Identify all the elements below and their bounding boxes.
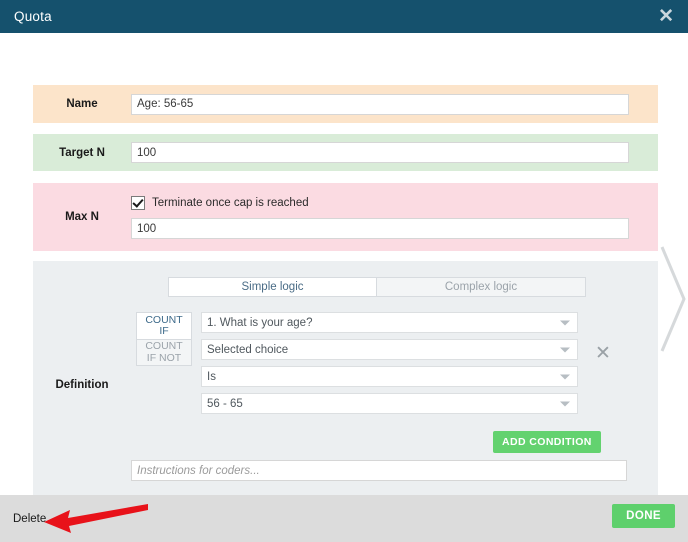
max-n-input[interactable] [131,218,629,239]
definition-label: Definition [33,261,131,508]
target-n-label: Target N [33,147,131,159]
select-question-value: 1. What is your age? [207,317,312,329]
max-n-control: Terminate once cap is reached [131,195,658,239]
instructions-input[interactable] [131,460,627,481]
chevron-down-icon [560,374,570,379]
target-n-control [131,142,658,163]
target-n-input[interactable] [131,142,629,163]
right-chevron-icon [654,245,688,353]
delete-button[interactable]: Delete [13,513,46,525]
select-choice-value-text: 56 - 65 [207,398,243,410]
select-answer-type[interactable]: Selected choice [201,339,578,360]
select-answer-type-value: Selected choice [207,344,288,356]
count-if-not-button[interactable]: COUNT IF NOT [137,339,191,365]
modal-header: Quota ✕ [0,0,688,33]
count-if-not-line2: IF NOT [147,353,181,365]
select-operator-value: Is [207,371,216,383]
max-n-label: Max N [33,211,131,223]
page-title: Quota [14,9,52,24]
name-control [131,94,658,115]
chevron-down-icon [560,401,570,406]
modal-body: Name Target N Max N Terminate once cap i… [0,33,688,495]
remove-condition-icon[interactable]: ✕ [595,344,611,363]
modal-footer: Delete DONE [0,495,688,542]
name-input[interactable] [131,94,629,115]
close-icon[interactable]: ✕ [658,7,674,26]
select-operator[interactable]: Is [201,366,578,387]
definition-panel: Definition Simple logic Complex logic CO… [33,261,658,508]
count-if-line2: IF [159,326,168,338]
count-toggle-group: COUNT IF COUNT IF NOT [136,312,192,366]
terminate-checkbox-row[interactable]: Terminate once cap is reached [131,195,629,210]
chevron-down-icon [560,320,570,325]
add-condition-button[interactable]: ADD CONDITION [493,431,601,453]
tab-simple-logic[interactable]: Simple logic [169,278,377,296]
chevron-down-icon [560,347,570,352]
count-if-not-line1: COUNT [145,341,182,353]
name-label: Name [33,98,131,110]
condition-select-stack: 1. What is your age? Selected choice Is … [201,312,578,414]
field-row-name: Name [33,85,658,123]
field-row-target-n: Target N [33,134,658,171]
terminate-checkbox[interactable] [131,196,145,210]
terminate-checkbox-label: Terminate once cap is reached [152,197,309,209]
definition-content: Simple logic Complex logic COUNT IF COUN… [131,261,658,508]
done-button[interactable]: DONE [612,504,675,528]
field-row-max-n: Max N Terminate once cap is reached [33,183,658,251]
count-if-button[interactable]: COUNT IF [137,313,191,339]
logic-tabs: Simple logic Complex logic [168,277,586,297]
select-question[interactable]: 1. What is your age? [201,312,578,333]
tab-complex-logic[interactable]: Complex logic [377,278,585,296]
select-choice-value[interactable]: 56 - 65 [201,393,578,414]
